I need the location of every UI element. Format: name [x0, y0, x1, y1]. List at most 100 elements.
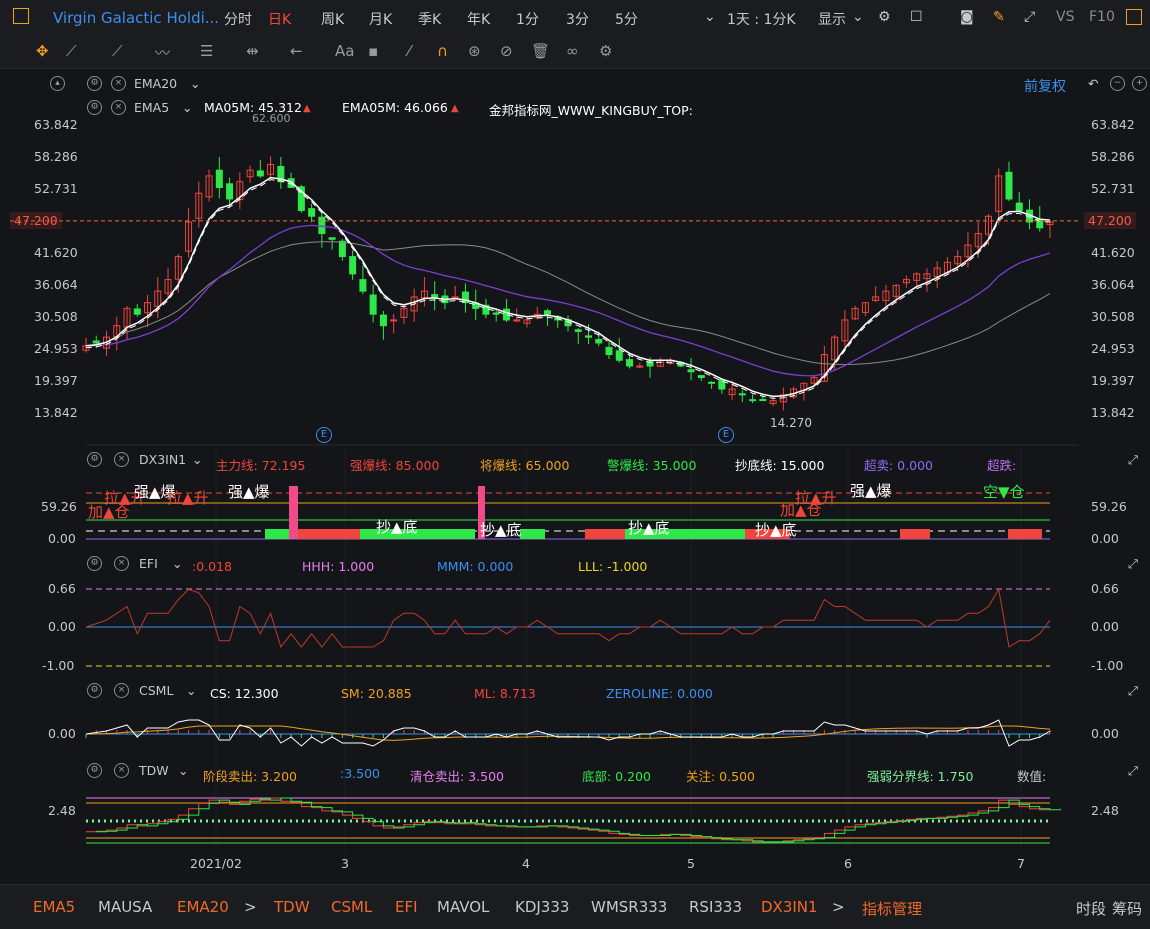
gear-icon[interactable]: ⚙	[87, 763, 102, 778]
candle-body	[615, 350, 623, 361]
expand-icon[interactable]: ⤢	[1128, 683, 1138, 699]
efi-line	[85, 587, 1051, 649]
indicator-field: ML: 8.713	[474, 686, 536, 701]
period-tab[interactable]: 1分	[516, 9, 539, 29]
wave-tool-icon[interactable]: 〰	[155, 42, 170, 63]
event-marker[interactable]: E	[316, 427, 332, 443]
indicator-tab[interactable]: DX3IN1	[761, 898, 818, 916]
right-tab[interactable]: 筹码	[1112, 898, 1142, 919]
efi-panel: 0.66 0.66 0.00 0.00 -1.00 -1.00	[42, 581, 1123, 673]
chevron-down-icon[interactable]: ⌄	[852, 9, 864, 25]
dx-bar	[690, 529, 745, 539]
indicator-tab[interactable]: WMSR333	[591, 898, 667, 916]
dx-y-tick: 0.00	[48, 531, 76, 546]
close-icon[interactable]: ×	[114, 763, 129, 778]
panel-icon[interactable]	[1126, 9, 1142, 25]
period-tab[interactable]: 季K	[418, 9, 441, 29]
fullscreen-icon[interactable]: ⤢	[1024, 9, 1035, 25]
indicator-tab[interactable]: MAVOL	[437, 898, 489, 916]
line-tool-icon[interactable]: ⟋	[66, 42, 77, 60]
gear-icon[interactable]: ⚙	[87, 556, 102, 571]
y-tick-right: 36.064	[1091, 277, 1135, 292]
camera-icon[interactable]: ◙	[960, 9, 974, 25]
dx3in1-panel: 59.260.0059.260.00加▲仓拉▲升强▲爆拉▲升 强▲爆抄▲底 抄▲底抄…	[41, 482, 1127, 546]
indicator-tab[interactable]: KDJ333	[515, 898, 569, 916]
period-tab[interactable]: 3分	[566, 9, 589, 29]
indicator-tab[interactable]: >	[244, 898, 257, 916]
period-tab[interactable]: 分时	[224, 9, 252, 29]
cs-line	[85, 719, 1051, 747]
chevron-down-icon[interactable]: ⌄	[192, 452, 202, 467]
day-period-select[interactable]: 1天 : 1分K	[727, 9, 796, 29]
chevron-down-icon[interactable]: ⌄	[172, 556, 182, 571]
efi-y-tick: 0.66	[1091, 581, 1119, 596]
f10-button[interactable]: F10	[1089, 9, 1115, 25]
brush-icon[interactable]: ⁄	[408, 42, 411, 60]
dx-annotation: 抄▲底	[376, 518, 418, 536]
stock-title[interactable]: Virgin Galactic Holdi...	[53, 9, 219, 27]
period-tab[interactable]: 月K	[369, 9, 392, 29]
display-select[interactable]: 显示	[818, 9, 846, 29]
indicator-tab[interactable]: EMA5	[33, 898, 75, 916]
x-tick: 3	[341, 856, 349, 871]
gear-icon[interactable]: ⚙	[599, 42, 612, 60]
text-tool-icon[interactable]: Aa	[335, 42, 354, 60]
event-marker[interactable]: E	[718, 427, 734, 443]
indicator-tab[interactable]: >	[832, 898, 845, 916]
gear-icon[interactable]: ⚙	[87, 452, 102, 467]
chevron-down-icon[interactable]: ⌄	[178, 763, 188, 778]
close-icon[interactable]: ×	[114, 683, 129, 698]
y-tick-left: 36.064	[34, 277, 78, 292]
tdw-label[interactable]: TDW	[139, 763, 169, 778]
pencil-icon[interactable]: ✎	[993, 9, 1005, 25]
square-icon[interactable]: ☐	[910, 9, 923, 25]
y-tick-right: 30.508	[1091, 309, 1135, 324]
lock-icon[interactable]: ⊛	[468, 42, 481, 60]
period-tab[interactable]: 5分	[615, 9, 638, 29]
csml-label[interactable]: CSML	[139, 683, 173, 698]
efi-label[interactable]: EFI	[139, 556, 158, 571]
measure-tool-icon[interactable]: ⇹	[246, 42, 259, 60]
crosshair-icon[interactable]: ✥	[36, 42, 49, 60]
expand-icon[interactable]: ⤢	[1128, 763, 1138, 779]
period-tab[interactable]: 日K	[268, 9, 291, 29]
ray-tool-icon[interactable]: ⟋	[112, 42, 123, 60]
chevron-down-icon[interactable]: ⌄	[704, 9, 716, 25]
indicator-tab[interactable]: EMA20	[177, 898, 229, 916]
gear-icon[interactable]: ⚙	[878, 9, 891, 25]
period-tab[interactable]: 周K	[321, 9, 344, 29]
indicator-tab[interactable]: EFI	[395, 898, 418, 916]
candle-body	[749, 399, 757, 402]
top-bar: Virgin Galactic Holdi... 分时 日K 周K 月K 季K 年K 1分 3…	[0, 0, 1150, 37]
indicator-tab[interactable]: 指标管理	[862, 898, 922, 919]
gear-icon[interactable]: ⚙	[87, 683, 102, 698]
dx3in1-label[interactable]: DX3IN1	[139, 452, 186, 467]
expand-icon[interactable]: ⤢	[1128, 452, 1138, 468]
vs-button[interactable]: VS	[1056, 9, 1074, 25]
indicator-tab[interactable]: MAUSA	[98, 898, 152, 916]
tdw-y-tick: 2.48	[1091, 803, 1119, 818]
candle-body	[718, 379, 726, 390]
period-tab[interactable]: 年K	[467, 9, 490, 29]
tdw-y-tick: 2.48	[48, 803, 76, 818]
ema5-dashed-line	[85, 179, 1051, 399]
indicator-tab[interactable]: TDW	[274, 898, 310, 916]
right-tab[interactable]: 时段	[1076, 898, 1106, 919]
comment-icon[interactable]: ▪	[368, 42, 378, 60]
close-icon[interactable]: ×	[114, 556, 129, 571]
indicator-tab[interactable]: CSML	[331, 898, 372, 916]
indicator-field: MMM: 0.000	[437, 559, 514, 574]
fib-tool-icon[interactable]: ☰	[200, 42, 213, 60]
expand-icon[interactable]: ⤢	[1128, 556, 1138, 572]
close-icon[interactable]: ×	[114, 452, 129, 467]
hide-icon[interactable]: ⊘	[500, 42, 513, 60]
arrow-tool-icon[interactable]: ←	[290, 42, 303, 60]
sidebar-toggle-icon[interactable]	[13, 8, 29, 24]
chevron-down-icon[interactable]: ⌄	[186, 683, 196, 698]
indicator-field: 强爆线: 85.000	[350, 458, 440, 473]
magnet-icon[interactable]: ∩	[437, 42, 448, 60]
dx-bar	[520, 529, 545, 539]
indicator-tab[interactable]: RSI333	[689, 898, 742, 916]
link-icon[interactable]: ∞	[566, 42, 579, 60]
trash-icon[interactable]: 🗑	[531, 42, 550, 60]
